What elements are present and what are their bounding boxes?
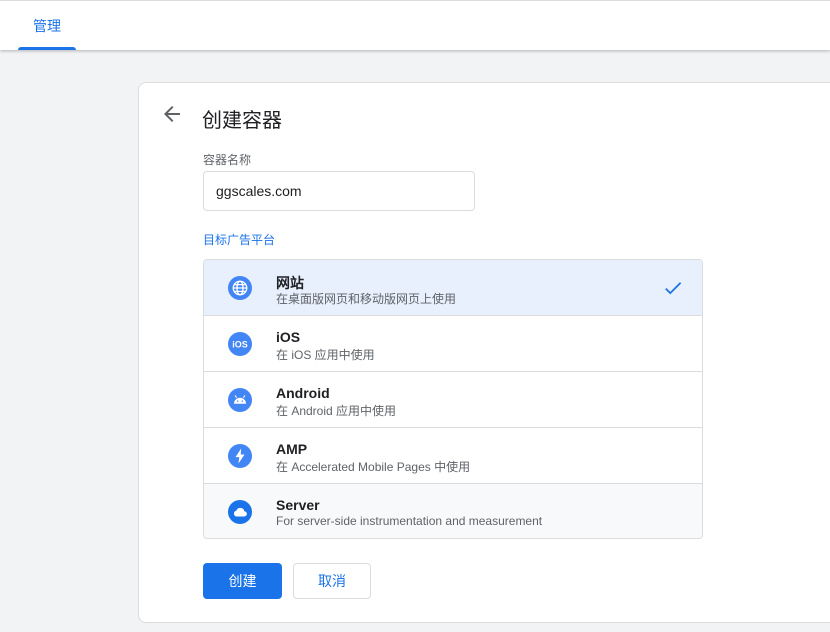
platform-title: Server [276, 497, 320, 513]
platform-option-server[interactable]: Server For server-side instrumentation a… [204, 484, 702, 538]
checkmark-icon [662, 277, 684, 299]
back-arrow-icon[interactable] [160, 102, 184, 126]
cancel-button[interactable]: 取消 [293, 563, 371, 599]
platform-option-amp[interactable]: AMP 在 Accelerated Mobile Pages 中使用 [204, 428, 702, 484]
platform-title: Android [276, 385, 330, 401]
amp-bolt-icon [228, 444, 252, 468]
platform-title: iOS [276, 329, 301, 345]
page-title: 创建容器 [202, 110, 282, 132]
platform-option-android[interactable]: Android 在 Android 应用中使用 [204, 372, 702, 428]
top-nav-bar: 管理 [0, 0, 830, 50]
svg-text:iOS: iOS [232, 340, 248, 350]
ios-icon: iOS [228, 332, 252, 356]
platform-subtitle: For server-side instrumentation and meas… [276, 514, 543, 528]
platform-subtitle: 在 Android 应用中使用 [276, 404, 397, 418]
container-name-input[interactable] [203, 171, 475, 211]
platform-list: 网站 在桌面版网页和移动版网页上使用 iOS iOS 在 iOS 应用中使用 A… [203, 259, 703, 539]
container-name-label: 容器名称 [203, 153, 252, 167]
tab-admin-label: 管理 [33, 17, 61, 34]
globe-icon [228, 276, 252, 300]
platform-subtitle: 在 iOS 应用中使用 [276, 348, 375, 362]
platform-option-ios[interactable]: iOS iOS 在 iOS 应用中使用 [204, 316, 702, 372]
tab-admin[interactable]: 管理 [18, 1, 76, 50]
target-platform-label: 目标广告平台 [203, 233, 276, 247]
android-icon [228, 388, 252, 412]
active-tab-indicator [18, 47, 76, 50]
platform-title: AMP [276, 441, 308, 457]
cloud-icon [228, 500, 252, 524]
platform-option-web[interactable]: 网站 在桌面版网页和移动版网页上使用 [204, 260, 702, 316]
platform-subtitle: 在 Accelerated Mobile Pages 中使用 [276, 460, 471, 474]
platform-subtitle: 在桌面版网页和移动版网页上使用 [276, 292, 457, 306]
create-button[interactable]: 创建 [203, 563, 282, 599]
